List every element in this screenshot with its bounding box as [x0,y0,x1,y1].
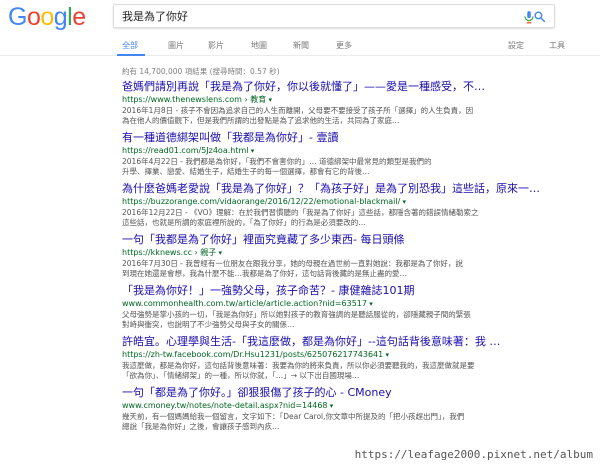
result-snippet-line: 父母強勢是掌小孩的一切，「我是為你好」所以她對孩子的教育強調的是聽話服從的，卻隱… [122,310,471,319]
result-snippet-line: 總說「我是為你好」之後，會讓孩子感到內疚… [122,422,280,431]
result-url: https://buzzorange.com/vidaorange/2016/1… [122,196,582,208]
result-snippet-line: 2016年12月22日 - 《VO》理解：在於我們習慣聽的「我是為了你好」這些話… [122,208,479,217]
result-title-link[interactable]: 一句「我都是為了你好」裡面究竟藏了多少東西- 每日頭條 [122,233,582,247]
tab-more[interactable]: 更多 [336,40,352,51]
result-snippet-line: 升學、擇業、戀愛、結婚生子，結婚生子的每一個選擇，都會有它的背後… [122,167,370,176]
search-result: 有一種道德綁架叫做「我都是為你好」- 壹讀 https://read01.com/… [122,131,582,177]
result-menu-caret-icon[interactable]: ▾ [383,351,389,359]
result-snippet-line: 為在他人的價值觀下，但是我們所謂的出發點是為了追求他的生活，共同為了家庭… [122,116,400,125]
search-result: 一句「都是為了你好。」卻狠狠傷了孩子的心 - CMoney www.cmoney.… [122,386,582,432]
search-query[interactable]: 我是為了你好 [122,8,188,24]
logo-letter: o [26,3,41,31]
tab-images[interactable]: 圖片 [168,40,184,51]
result-stats: 約有 14,700,000 項結果 (搜尋時間：0.57 秒) [122,67,280,76]
result-snippet-line: 2016年4月22日 - 我們都是為你好，「我們不會害你的」… 道德綁架中最常見… [122,157,432,166]
result-menu-caret-icon[interactable]: ▾ [328,402,334,410]
result-url-text: https://zh-tw.facebook.com/Dr.Hsu1231/po… [122,350,384,359]
search-tabs: 全部 圖片 影片 地圖 新聞 更多 設定 工具 [0,34,600,56]
result-title-link[interactable]: 「我是為你好！」一強勢父母，孩子命苦？- 康健雜誌101期 [122,284,582,298]
result-url: www.commonhealth.com.tw/article/article.… [122,298,582,310]
tab-news[interactable]: 新聞 [293,40,309,51]
result-snippet-line: 幾天前，有一個媽媽給我一個留言，文字如下：「Dear Carol,你文章中所提及… [122,412,465,421]
active-tab-indicator [117,54,145,56]
search-icon [533,10,545,22]
logo-letter: e [72,3,86,31]
result-snippet-line: 這些話，也就是所謂的家庭裡所說的，「為了你好」的行為是必須要改的… [122,218,366,227]
tab-all[interactable]: 全部 [122,40,138,51]
tab-videos[interactable]: 影片 [208,40,224,51]
result-snippet-line: 我這麼做，都是為你好，這句話背後意味著：我要為你的將來負責，所以你必須要聽我的，… [122,361,475,370]
result-menu-caret-icon[interactable]: ▾ [400,198,407,206]
result-menu-caret-icon[interactable]: ▾ [266,96,272,104]
watermark-url: https://leafage2000.pixnet.net/album [351,447,596,462]
tab-maps[interactable]: 地圖 [251,40,267,51]
result-title-link[interactable]: 許皓宜。心理學與生活-「我這麼做，都是為你好」--這句話背後意味著：我 … [122,335,582,349]
google-logo[interactable]: Google [8,4,86,30]
search-result: 許皓宜。心理學與生活-「我這麼做，都是為你好」--這句話背後意味著：我 … htt… [122,335,582,381]
result-menu-caret-icon[interactable]: ▾ [216,249,223,257]
result-menu-caret-icon[interactable]: ▾ [249,147,255,155]
logo-letter: G [8,3,27,31]
result-url-text: www.commonhealth.com.tw/article/article.… [122,299,367,308]
search-result: 「我是為你好！」一強勢父母，孩子命苦？- 康健雜誌101期 www.commonh… [122,284,582,330]
search-box[interactable]: 我是為了你好 [113,4,555,28]
result-snippet-line: 到現在她還是會想，我為什麼不能…我都是為了你好，這句話背後藏的是無止盡的愛… [122,269,407,278]
search-result: 一句「我都是為了你好」裡面究竟藏了多少東西- 每日頭條 https://kknew… [122,233,582,279]
search-result: 為什麼爸媽老愛說「我是為了你好」？「為孩子好」是為了別恐我」這些話，原來一… ht… [122,182,582,228]
result-url-text: https://kknews.cc › 親子 [122,248,217,257]
result-snippet-line: 「欲為你」、「情緒綁架」的一種，所以你就，「…」→ 以下出自國現場… [122,371,360,380]
result-snippet-line: 2016年7月30日 - 我曾經有一位朋友在跟我分享，她的母親在過世前一直對她說… [122,259,463,268]
result-url: https://read01.com/5Jz4oa.html ▾ [122,145,582,157]
search-button[interactable] [524,5,554,27]
result-snippet-line: 2016年1月8日 - 孩子不會因為追求自己的人生而離開，父母要不要接受了孩子所… [122,106,474,115]
result-title-link[interactable]: 爸媽們請別再說「我是為了你好，你以後就懂了」——愛是一種感受，不… [122,80,582,94]
result-url: www.cmoney.tw/notes/note-detail.aspx?nid… [122,400,582,412]
result-url-text: https://buzzorange.com/vidaorange/2016/1… [122,197,401,206]
result-menu-caret-icon[interactable]: ▾ [367,300,373,308]
logo-letter: g [53,3,68,31]
tools-link[interactable]: 工具 [549,40,565,51]
search-results: 爸媽們請別再說「我是為了你好，你以後就懂了」——愛是一種感受，不… https:/… [122,80,582,437]
result-title-link[interactable]: 為什麼爸媽老愛說「我是為了你好」？「為孩子好」是為了別恐我」這些話，原來一… [122,182,582,196]
search-result: 爸媽們請別再說「我是為了你好，你以後就懂了」——愛是一種感受，不… https:/… [122,80,582,126]
result-snippet-line: 對峙與衝突，也說明了不少強勢父母與子女的關係… [122,320,295,329]
result-url-text: https://www.thenewslens.com › 教育 [122,95,267,104]
settings-link[interactable]: 設定 [508,40,524,51]
result-url: https://www.thenewslens.com › 教育 ▾ [122,94,582,106]
logo-letter: o [40,3,54,31]
result-url: https://zh-tw.facebook.com/Dr.Hsu1231/po… [122,349,582,361]
header: Google 我是為了你好 [0,0,600,34]
result-url-text: https://read01.com/5Jz4oa.html [122,146,249,155]
result-url-text: www.cmoney.tw/notes/note-detail.aspx?nid… [122,401,328,410]
result-title-link[interactable]: 一句「都是為了你好。」卻狠狠傷了孩子的心 - CMoney [122,386,582,400]
result-title-link[interactable]: 有一種道德綁架叫做「我都是為你好」- 壹讀 [122,131,582,145]
result-url: https://kknews.cc › 親子 ▾ [122,247,582,259]
